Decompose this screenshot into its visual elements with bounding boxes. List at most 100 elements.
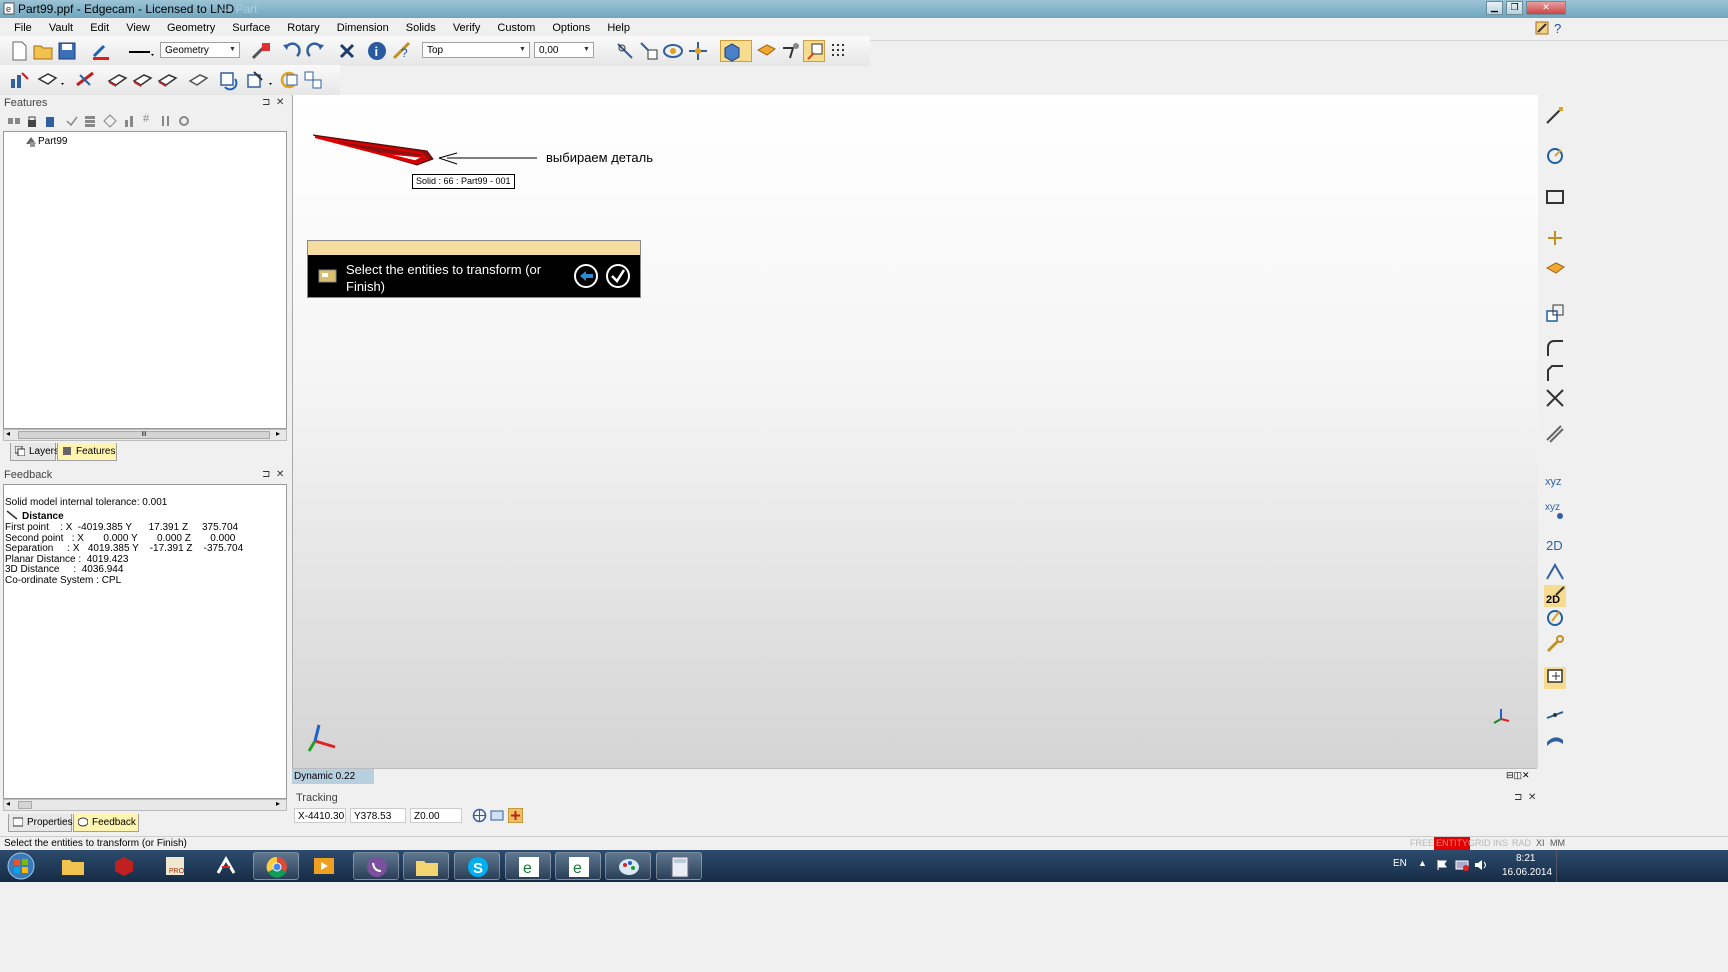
sketch-tool[interactable] <box>1544 560 1566 582</box>
view-cube-triad-icon[interactable] <box>1491 707 1511 725</box>
cpl-button[interactable] <box>638 40 660 62</box>
menu-options[interactable]: Options <box>545 18 597 34</box>
globe-icon[interactable] <box>472 808 487 823</box>
hash-icon[interactable]: # <box>143 113 149 125</box>
taskbar-calculator[interactable] <box>656 852 702 880</box>
scroll-right-icon[interactable]: ▸ <box>276 429 280 438</box>
status-rad[interactable]: RAD <box>1512 838 1531 848</box>
pin-icon[interactable]: ⊐ <box>262 95 270 111</box>
check-feature-icon[interactable] <box>65 114 79 128</box>
grid-button[interactable] <box>828 40 850 62</box>
flag-icon[interactable] <box>1436 859 1448 871</box>
scroll-thumb[interactable]: III <box>18 431 270 439</box>
menu-dimension[interactable]: Dimension <box>330 18 396 34</box>
network-icon[interactable] <box>1455 859 1469 871</box>
layer-combo[interactable]: Geometry ▼ <box>160 42 240 58</box>
language-indicator[interactable]: EN <box>1393 858 1407 869</box>
scroll-left-icon[interactable]: ◂ <box>6 799 10 808</box>
back-arrow-button[interactable] <box>573 263 599 289</box>
line-style-button[interactable] <box>126 40 156 62</box>
tree-item-part99[interactable]: Part99 <box>38 136 67 147</box>
status-entity[interactable]: ENTITY <box>1434 837 1471 850</box>
chamfer-tool[interactable] <box>1544 362 1566 384</box>
solid-import-button[interactable] <box>36 69 66 91</box>
feedback-hscrollbar[interactable]: ◂ ▸ <box>3 799 287 811</box>
open-file-button[interactable] <box>32 40 54 62</box>
xyz-point-tool[interactable]: xyz <box>1544 500 1566 522</box>
fillet-tool[interactable] <box>1544 337 1566 359</box>
close-icon[interactable]: ✕ <box>276 95 284 111</box>
display-mode-button[interactable] <box>720 40 752 62</box>
save-button[interactable] <box>56 40 78 62</box>
menu-file[interactable]: File <box>7 18 39 34</box>
mirror-solid-button[interactable] <box>302 69 324 91</box>
scroll-left-icon[interactable]: ◂ <box>6 429 10 438</box>
pin-icon[interactable]: ⊐ <box>1514 790 1522 806</box>
delete-button[interactable] <box>336 40 358 62</box>
measure-tool[interactable] <box>1544 704 1566 726</box>
taskbar-edgecam-2[interactable]: e <box>555 852 601 880</box>
taskbar-skype[interactable]: S <box>454 852 500 880</box>
tab-feedback[interactable]: Feedback <box>73 814 139 832</box>
show-desktop-button[interactable] <box>1556 850 1569 882</box>
solid-view-button[interactable] <box>755 40 777 62</box>
tab-properties[interactable]: Properties <box>8 814 73 832</box>
cut-button[interactable] <box>131 69 153 91</box>
status-xi[interactable]: XI <box>1536 838 1545 848</box>
status-free[interactable]: FREE <box>1410 838 1434 848</box>
lock-icon[interactable] <box>25 114 39 128</box>
scroll-thumb[interactable] <box>18 801 32 809</box>
face-button[interactable] <box>187 69 209 91</box>
circle-tool[interactable] <box>1544 145 1566 167</box>
2d-edit-tool[interactable]: 2D <box>1544 585 1566 607</box>
volume-icon[interactable] <box>1474 859 1488 871</box>
taskbar-solidworks[interactable] <box>203 852 249 880</box>
bar-chart-icon[interactable] <box>123 114 137 128</box>
dimension-tool[interactable] <box>1544 633 1566 655</box>
status-grid[interactable]: GRID <box>1468 838 1491 848</box>
rotate-solid-button[interactable] <box>217 69 239 91</box>
lighting-button[interactable] <box>780 40 802 62</box>
columns-icon[interactable] <box>159 114 173 128</box>
tracking-y-field[interactable]: Y378.53 <box>350 808 406 823</box>
menu-rotary[interactable]: Rotary <box>280 18 326 34</box>
settings-icon[interactable] <box>177 114 191 128</box>
feature-finder-button[interactable] <box>8 69 30 91</box>
finish-check-button[interactable] <box>605 263 631 289</box>
hatch-tool[interactable] <box>1544 423 1566 445</box>
2d-tool[interactable]: 2D <box>1544 534 1566 556</box>
menu-edit[interactable]: Edit <box>83 18 116 34</box>
close-icon[interactable]: ✕ <box>1528 790 1536 806</box>
status-mm[interactable]: MM <box>1550 838 1565 848</box>
wcs-button[interactable] <box>803 40 825 62</box>
menu-solids[interactable]: Solids <box>399 18 443 34</box>
clock-date[interactable]: 16.06.2014 <box>1502 867 1552 878</box>
edit-pencil-icon[interactable] <box>1534 20 1550 36</box>
taskbar-app-red[interactable] <box>101 852 147 880</box>
shape-tool[interactable] <box>1544 607 1566 629</box>
rectangle-tool[interactable] <box>1544 186 1566 208</box>
tab-layers[interactable]: Layers <box>10 443 59 461</box>
features-hscrollbar[interactable]: ◂ III ▸ <box>3 429 287 441</box>
tray-expand-icon[interactable]: ▲ <box>1418 858 1427 868</box>
boss-button[interactable] <box>156 69 178 91</box>
status-ins[interactable]: INS <box>1493 838 1508 848</box>
menu-verify[interactable]: Verify <box>446 18 488 34</box>
diamond-icon[interactable] <box>103 114 117 128</box>
trash-icon[interactable] <box>43 114 57 128</box>
measure-button[interactable]: ? <box>391 40 413 62</box>
menu-geometry[interactable]: Geometry <box>160 18 222 34</box>
redo-button[interactable] <box>305 40 327 62</box>
clock-time[interactable]: 8:21 <box>1516 853 1535 864</box>
menu-help[interactable]: Help <box>600 18 637 34</box>
cpl-toggle-icon[interactable] <box>490 808 505 823</box>
edgecam-app-icon[interactable]: e <box>3 2 15 15</box>
pan-button[interactable] <box>687 40 709 62</box>
close-window-button[interactable]: ✕ <box>1526 1 1566 15</box>
menu-custom[interactable]: Custom <box>490 18 542 34</box>
close-icon[interactable]: ✕ <box>276 467 284 483</box>
restore-button[interactable]: ❐ <box>1506 1 1523 15</box>
move-solid-button[interactable] <box>244 69 274 91</box>
origin-toggle-icon[interactable] <box>508 808 523 823</box>
snap-button[interactable] <box>614 40 636 62</box>
